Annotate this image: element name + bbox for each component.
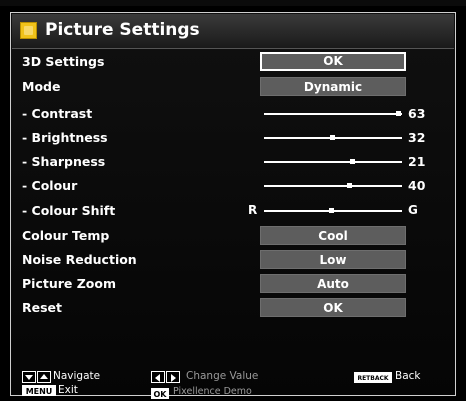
brightness-slider-knob[interactable] — [330, 135, 336, 140]
footer-exit-label: Exit — [58, 384, 78, 396]
label-sharpness: - Sharpness — [22, 154, 106, 169]
picture-settings-icon — [20, 22, 37, 39]
colour-shift-right-label: G — [408, 203, 418, 217]
sharpness-slider-knob[interactable] — [349, 159, 355, 164]
contrast-slider[interactable] — [264, 111, 402, 116]
label-picture-zoom: Picture Zoom — [22, 276, 116, 291]
ok-key-icon: OK — [151, 388, 169, 399]
picture-zoom-select[interactable]: Auto — [260, 274, 406, 293]
colour-shift-left-label: R — [248, 203, 258, 217]
footer-pixellence-label: Pixellence Demo — [173, 386, 252, 397]
label-contrast: - Contrast — [22, 106, 93, 121]
colour-value: 40 — [408, 178, 426, 193]
mode-select[interactable]: Dynamic — [260, 77, 406, 96]
contrast-slider-knob[interactable] — [396, 111, 401, 116]
sharpness-slider[interactable] — [264, 159, 402, 164]
label-brightness: - Brightness — [22, 130, 108, 145]
brightness-slider[interactable] — [264, 135, 402, 140]
footer-back-label: Back — [395, 370, 421, 382]
footer-navigate-label: Navigate — [53, 370, 101, 382]
colour-slider[interactable] — [264, 183, 402, 188]
reset-ok-button[interactable]: OK — [260, 298, 406, 317]
label-colour: - Colour — [22, 178, 78, 193]
colour-slider-knob[interactable] — [347, 183, 353, 188]
label-colour-shift: - Colour Shift — [22, 203, 116, 218]
colour-shift-slider-knob[interactable] — [329, 208, 334, 213]
title-bar: Picture Settings — [12, 14, 454, 49]
right-arrow-key-icon — [166, 371, 180, 383]
colour-temp-select[interactable]: Cool — [260, 226, 406, 245]
sharpness-value: 21 — [408, 154, 426, 169]
label-reset: Reset — [22, 300, 62, 315]
up-arrow-key-icon — [37, 371, 51, 383]
label-3d-settings: 3D Settings — [22, 54, 105, 69]
top-strip — [0, 0, 466, 6]
footer-change-value-label: Change Value — [186, 370, 259, 382]
menu-key-icon: MENU — [22, 385, 56, 396]
return-key-icon: RETBACK — [354, 372, 392, 383]
label-noise-reduction: Noise Reduction — [22, 252, 137, 267]
colour-shift-slider[interactable] — [264, 208, 402, 213]
page-title: Picture Settings — [45, 20, 200, 40]
label-colour-temp: Colour Temp — [22, 228, 110, 243]
left-arrow-key-icon — [151, 371, 165, 383]
3d-settings-ok-button[interactable]: OK — [260, 52, 406, 71]
down-arrow-key-icon — [22, 371, 36, 383]
brightness-value: 32 — [408, 130, 426, 145]
noise-reduction-select[interactable]: Low — [260, 250, 406, 269]
label-mode: Mode — [22, 79, 61, 94]
contrast-value: 63 — [408, 106, 426, 121]
